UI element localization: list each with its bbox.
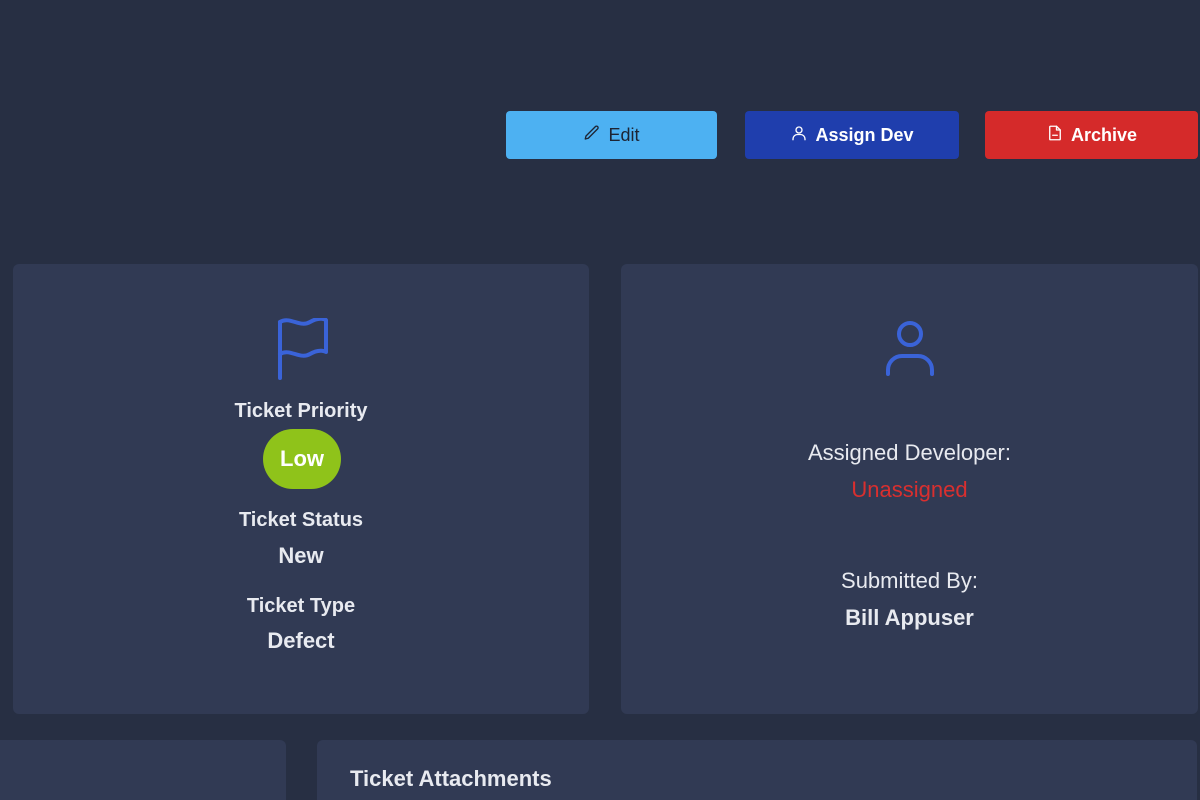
type-label: Ticket Type	[246, 595, 356, 617]
user-icon	[790, 124, 808, 147]
ticket-attachments-card: Ticket Attachments	[317, 740, 1197, 800]
assigned-developer-value: Unassigned	[851, 477, 968, 502]
status-label: Ticket Status	[238, 509, 364, 531]
assign-dev-button[interactable]: Assign Dev	[745, 111, 959, 159]
attachments-title: Ticket Attachments	[350, 766, 552, 791]
submitted-by-label: Submitted By:	[841, 568, 978, 593]
user-icon	[880, 320, 940, 378]
edit-button[interactable]: Edit	[506, 111, 717, 159]
archive-button-label: Archive	[1070, 124, 1138, 145]
ticket-info-card: Ticket Priority Low Ticket Status New Ti…	[13, 264, 589, 714]
submitted-by-value: Bill Appuser	[845, 605, 974, 630]
ticket-details-page: Edit Assign Dev Archive Ticket Priority …	[0, 0, 1200, 800]
priority-badge: Low	[263, 429, 341, 489]
ticket-comments-card	[0, 740, 286, 800]
assigned-developer-label: Assigned Developer:	[807, 440, 1011, 465]
edit-button-label: Edit	[608, 124, 640, 145]
file-icon	[1046, 124, 1064, 147]
assign-dev-button-label: Assign Dev	[815, 124, 914, 145]
type-value: Defect	[267, 628, 335, 653]
flag-icon	[276, 316, 336, 380]
priority-label: Ticket Priority	[234, 400, 368, 422]
status-value: New	[278, 543, 324, 568]
developer-card: Assigned Developer: Unassigned Submitted…	[621, 264, 1198, 714]
archive-button[interactable]: Archive	[985, 111, 1198, 159]
pencil-icon	[583, 124, 601, 147]
